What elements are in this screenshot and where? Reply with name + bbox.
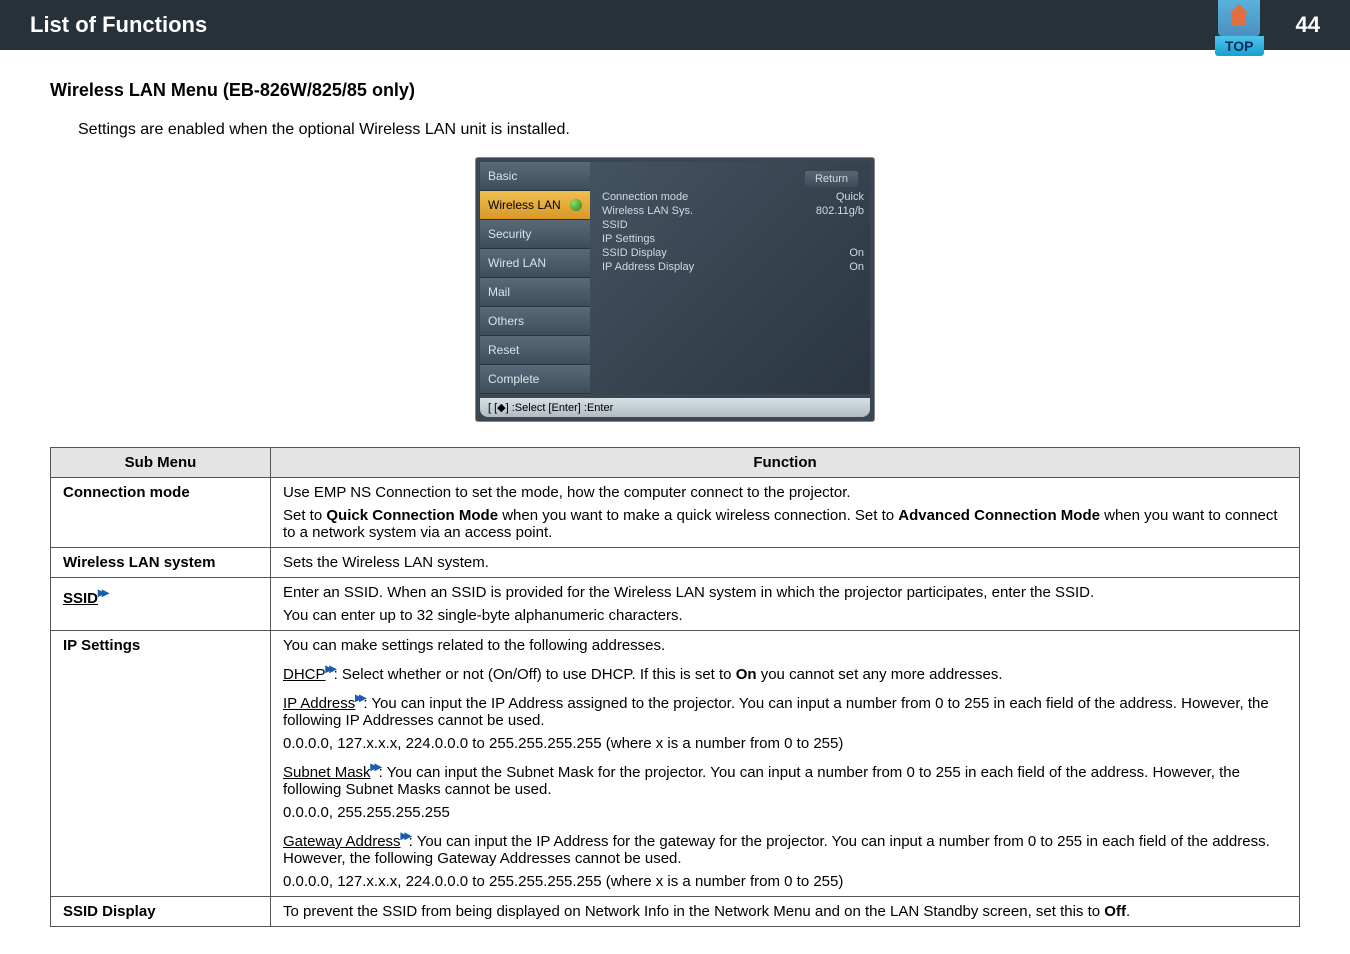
glossary-icon[interactable]: ▸▸ <box>371 758 379 774</box>
page-number: 44 <box>1296 12 1320 38</box>
table-header-submenu: Sub Menu <box>51 448 271 478</box>
menu-complete[interactable]: Complete <box>480 365 590 394</box>
setting-ssid-display-label: SSID Display <box>602 247 667 259</box>
setting-wlan-sys-label: Wireless LAN Sys. <box>602 205 693 217</box>
page-header: List of Functions TOP 44 <box>0 0 1350 50</box>
subnet-invalid: 0.0.0.0, 255.255.255.255 <box>283 804 1287 821</box>
header-right: TOP 44 <box>1215 0 1320 56</box>
conn-mode-l2a: Set to <box>283 507 326 524</box>
conn-mode-l2b: Quick Connection Mode <box>326 507 498 524</box>
menu-basic[interactable]: Basic <box>480 162 590 191</box>
row-wlan-system-text: Sets the Wireless LAN system. <box>271 548 1300 578</box>
menu-wireless-lan[interactable]: Wireless LAN <box>480 191 590 220</box>
gateway-text: : You can input the IP Address for the g… <box>283 833 1270 867</box>
table-row: Connection mode Use EMP NS Connection to… <box>51 478 1300 548</box>
menu-others[interactable]: Others <box>480 307 590 336</box>
table-row: SSID Display To prevent the SSID from be… <box>51 897 1300 927</box>
row-wlan-system-label: Wireless LAN system <box>51 548 271 578</box>
row-ip-settings-label: IP Settings <box>51 631 271 897</box>
ssid-line2: You can enter up to 32 single-byte alpha… <box>283 607 1287 624</box>
table-row: IP Settings You can make settings relate… <box>51 631 1300 897</box>
ip-addr-text: : You can input the IP Address assigned … <box>283 695 1269 729</box>
home-icon[interactable] <box>1218 0 1260 36</box>
row-ssid-display-label: SSID Display <box>51 897 271 927</box>
menu-left-column: Basic Wireless LAN Security Wired LAN Ma… <box>480 162 590 394</box>
setting-ssid-display-value: On <box>849 247 864 259</box>
conn-mode-l2d: Advanced Connection Mode <box>898 507 1100 524</box>
conn-mode-line1: Use EMP NS Connection to set the mode, h… <box>283 484 851 501</box>
section-title: Wireless LAN Menu (EB-826W/825/85 only) <box>50 80 1300 101</box>
dhcp-term-link[interactable]: DHCP <box>283 666 326 683</box>
setting-connection-mode-value: Quick <box>836 191 864 203</box>
menu-wired-lan[interactable]: Wired LAN <box>480 249 590 278</box>
ip-invalid: 0.0.0.0, 127.x.x.x, 224.0.0.0 to 255.255… <box>283 735 1287 752</box>
setting-wlan-sys-value: 802.11g/b <box>816 205 864 217</box>
row-ip-settings-text: You can make settings related to the fol… <box>271 631 1300 897</box>
intro-text: Settings are enabled when the optional W… <box>78 121 1300 139</box>
ssid-disp-b: Off <box>1104 903 1126 920</box>
function-table: Sub Menu Function Connection mode Use EM… <box>50 447 1300 927</box>
row-connection-mode-text: Use EMP NS Connection to set the mode, h… <box>271 478 1300 548</box>
content-area: Wireless LAN Menu (EB-826W/825/85 only) … <box>0 50 1350 947</box>
ssid-disp-a: To prevent the SSID from being displayed… <box>283 903 1104 920</box>
menu-mail[interactable]: Mail <box>480 278 590 307</box>
conn-mode-l2c: when you want to make a quick wireless c… <box>498 507 898 524</box>
table-header-function: Function <box>271 448 1300 478</box>
gateway-address-term-link[interactable]: Gateway Address <box>283 833 401 850</box>
menu-reset[interactable]: Reset <box>480 336 590 365</box>
menu-right-panel: Return Connection mode Quick Wireless LA… <box>590 162 870 394</box>
subnet-mask-term-link[interactable]: Subnet Mask <box>283 764 371 781</box>
row-ssid-label: SSID▸▸ <box>51 578 271 631</box>
ssid-line1: Enter an SSID. When an SSID is provided … <box>283 584 1094 601</box>
setting-ip-addr-display-value: On <box>849 261 864 273</box>
row-connection-mode-label: Connection mode <box>51 478 271 548</box>
dhcp-text-c: you cannot set any more addresses. <box>757 666 1003 683</box>
menu-security[interactable]: Security <box>480 220 590 249</box>
setting-ip-addr-display-label: IP Address Display <box>602 261 694 273</box>
ssid-disp-c: . <box>1126 903 1130 920</box>
glossary-icon[interactable]: ▸▸ <box>326 660 334 676</box>
menu-wireless-lan-label: Wireless LAN <box>488 198 561 212</box>
row-ssid-text: Enter an SSID. When an SSID is provided … <box>271 578 1300 631</box>
dhcp-text-b: On <box>736 666 757 683</box>
menu-footer: [ [◆] :Select [Enter] :Enter <box>480 398 870 417</box>
gateway-invalid: 0.0.0.0, 127.x.x.x, 224.0.0.0 to 255.255… <box>283 873 1287 890</box>
subnet-text: : You can input the Subnet Mask for the … <box>283 764 1240 798</box>
top-label[interactable]: TOP <box>1215 36 1264 56</box>
ip-line1: You can make settings related to the fol… <box>283 637 665 654</box>
ssid-term-link[interactable]: SSID <box>63 590 98 607</box>
projector-menu: Basic Wireless LAN Security Wired LAN Ma… <box>475 157 875 422</box>
setting-ssid-label: SSID <box>602 219 628 231</box>
screenshot-container: Basic Wireless LAN Security Wired LAN Ma… <box>50 157 1300 422</box>
table-row: SSID▸▸ Enter an SSID. When an SSID is pr… <box>51 578 1300 631</box>
ip-address-term-link[interactable]: IP Address <box>283 695 355 712</box>
ball-icon <box>570 199 582 211</box>
row-ssid-display-text: To prevent the SSID from being displayed… <box>271 897 1300 927</box>
dhcp-text-a: : Select whether or not (On/Off) to use … <box>334 666 736 683</box>
glossary-icon[interactable]: ▸▸ <box>98 584 106 600</box>
setting-ip-settings-label: IP Settings <box>602 233 655 245</box>
header-title: List of Functions <box>30 12 207 38</box>
return-button[interactable]: Return <box>805 171 858 187</box>
setting-connection-mode-label: Connection mode <box>602 191 688 203</box>
table-row: Wireless LAN system Sets the Wireless LA… <box>51 548 1300 578</box>
glossary-icon[interactable]: ▸▸ <box>401 827 409 843</box>
